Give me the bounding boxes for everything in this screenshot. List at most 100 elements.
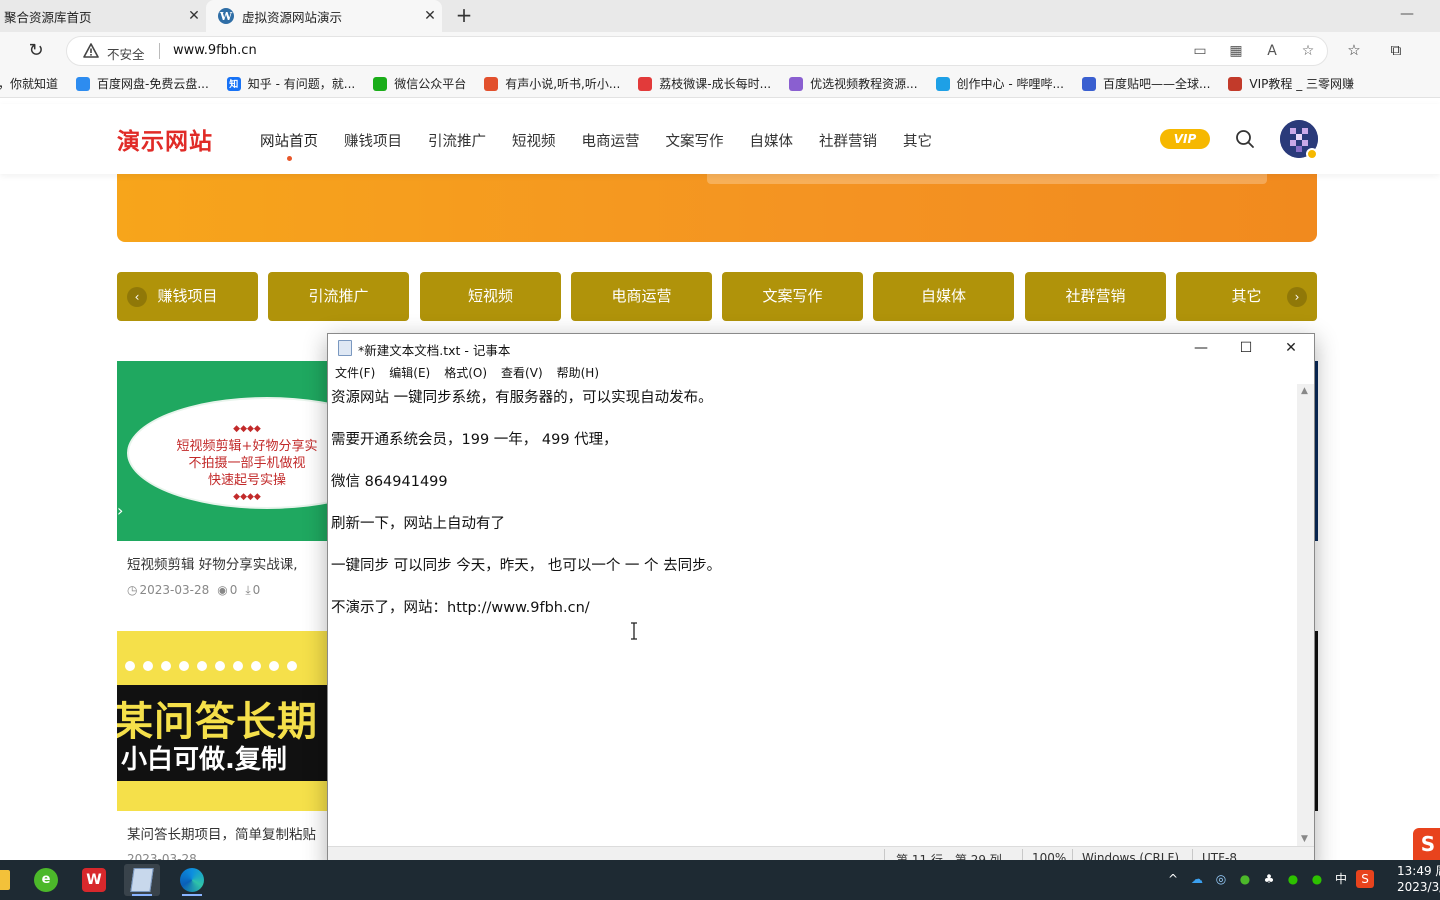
category-button[interactable]: 自媒体	[873, 272, 1014, 321]
close-icon[interactable]: ✕	[418, 8, 442, 24]
qq-icon[interactable]: ♣	[1260, 870, 1278, 888]
notepad-menu-item[interactable]: 编辑(E)	[389, 362, 430, 384]
post-thumbnail[interactable]: 某问答长期 小白可做.复制	[117, 631, 337, 811]
bookmark-favicon-icon: 知	[226, 76, 241, 91]
minimize-icon[interactable]: —	[1400, 6, 1414, 22]
category-button[interactable]: 引流推广	[268, 272, 409, 321]
post-card[interactable]: 某问答长期 小白可做.复制 某问答长期项目，简单复制粘贴 2023-03-28	[117, 631, 337, 860]
hero-banner[interactable]	[117, 172, 1317, 242]
chevron-left-icon[interactable]: ‹	[127, 287, 147, 307]
notepad-menu-item[interactable]: 查看(V)	[501, 362, 543, 384]
address-bar-row: ↻ 不安全 www.9fbh.cn ▭ ▦ A ☆ ☆ ⧉	[0, 32, 1440, 70]
read-aloud-icon[interactable]: A	[1261, 41, 1283, 61]
bookmark-item[interactable]: 微信公众平台	[373, 75, 466, 92]
vip-badge[interactable]: VIP	[1160, 129, 1210, 149]
scroll-up-icon[interactable]: ▲	[1301, 386, 1308, 396]
post-title[interactable]: 短视频剪辑 好物分享实战课,	[127, 553, 337, 573]
clock[interactable]: 13:49 周 2023/3/	[1397, 863, 1440, 895]
notepad-menu-item[interactable]: 格式(O)	[444, 362, 487, 384]
close-icon[interactable]: ✕	[182, 8, 206, 24]
notepad-icon	[338, 340, 352, 356]
post-card[interactable]: ◆◆◆◆ 短视频剪辑+好物分享实 不拍摄一部手机做视 快速起号实操 ◆◆◆◆ ›…	[117, 361, 337, 611]
clock-icon: ◷	[127, 583, 138, 597]
vip-status-dot	[1306, 148, 1318, 160]
nav-item[interactable]: 社群营销	[819, 130, 877, 151]
notepad-app-icon	[130, 868, 154, 892]
bookmark-item[interactable]: 优选视频教程资源...	[789, 75, 918, 92]
qr-code-icon[interactable]: ▦	[1225, 41, 1247, 61]
onedrive-icon[interactable]: ☁	[1188, 870, 1206, 888]
edge-icon	[180, 868, 204, 892]
notepad-menu-item[interactable]: 文件(F)	[335, 362, 375, 384]
favorite-star-icon[interactable]: ☆	[1297, 41, 1319, 61]
sogou-tray-icon[interactable]: S	[1356, 870, 1374, 888]
post-title[interactable]: 某问答长期项目，简单复制粘贴	[127, 823, 337, 843]
chevron-right-icon[interactable]: ›	[1287, 287, 1307, 307]
address-bar[interactable]: 不安全 www.9fbh.cn ▭ ▦ A ☆	[66, 36, 1328, 66]
site-logo[interactable]: 演示网站	[117, 122, 213, 156]
taskbar-app-browser-360[interactable]: e	[28, 864, 64, 896]
main-nav: 网站首页 赚钱项目 引流推广 短视频 电商运营 文案写作 自媒体 社群营销 其它	[260, 130, 958, 161]
thumbnail-subline: 小白可做.复制	[121, 739, 287, 776]
search-icon[interactable]	[1234, 128, 1256, 150]
wps-icon: W	[82, 868, 106, 892]
bookmark-item[interactable]: 百度网盘-免费云盘...	[76, 75, 209, 92]
wechat-icon[interactable]: ●	[1284, 870, 1302, 888]
browser-toolbar: ☆ ⧉	[1344, 40, 1406, 60]
notepad-text-area[interactable]: 资源网站 一键同步系统，有服务器的，可以实现自动发布。 需要开通系统会员，199 …	[328, 384, 1298, 846]
taskbar-app-wps[interactable]: W	[76, 864, 112, 896]
nav-item[interactable]: 网站首页	[260, 130, 318, 161]
post-thumbnail[interactable]: ◆◆◆◆ 短视频剪辑+好物分享实 不拍摄一部手机做视 快速起号实操 ◆◆◆◆ ›	[117, 361, 337, 541]
refresh-icon[interactable]: ↻	[24, 39, 48, 63]
nav-item[interactable]: 短视频	[512, 130, 556, 151]
nav-item[interactable]: 文案写作	[666, 130, 724, 151]
bookmark-item[interactable]: 荔枝微课-成长每时...	[638, 75, 771, 92]
nav-item[interactable]: 其它	[903, 130, 932, 151]
wechat-work-icon[interactable]: ●	[1308, 870, 1326, 888]
nav-item[interactable]: 引流推广	[428, 130, 486, 151]
new-tab-button[interactable]: +	[452, 4, 476, 28]
category-button[interactable]: 社群营销	[1025, 272, 1166, 321]
chevron-up-icon[interactable]: ^	[1164, 870, 1182, 888]
sogou-icon[interactable]: S	[1413, 828, 1440, 860]
notepad-text-line: 不演示了，网站：http://www.9fbh.cn/	[331, 600, 590, 616]
collections-icon[interactable]: ⧉	[1386, 40, 1406, 60]
url-text[interactable]: www.9fbh.cn	[173, 43, 257, 58]
bookmark-item[interactable]: ，你就知道	[0, 75, 58, 92]
security-label[interactable]: 不安全	[107, 44, 145, 63]
favorites-icon[interactable]: ☆	[1344, 40, 1364, 60]
vertical-scrollbar[interactable]: ▲ ▼	[1297, 384, 1314, 846]
bookmark-item[interactable]: 百度贴吧——全球...	[1081, 75, 1210, 92]
notepad-text-line: 微信 864941499	[331, 474, 448, 490]
app-available-icon[interactable]: ▭	[1189, 41, 1211, 61]
browser-360-tray-icon[interactable]: ●	[1236, 870, 1254, 888]
bookmark-label: ，你就知道	[0, 77, 59, 91]
browser-tab-active[interactable]: W 虚拟资源网站演示 ✕	[206, 0, 442, 32]
browser-tab[interactable]: 聚合资源库首页 ✕	[0, 0, 206, 32]
maximize-button[interactable]: ☐	[1223, 334, 1269, 362]
nav-item[interactable]: 电商运营	[582, 130, 640, 151]
notepad-titlebar[interactable]: *新建文本文档.txt - 记事本 — ☐ ✕	[328, 334, 1314, 362]
notepad-menu-item[interactable]: 帮助(H)	[557, 362, 599, 384]
taskbar-app-explorer[interactable]	[0, 864, 16, 896]
minimize-button[interactable]: —	[1178, 334, 1224, 362]
text-cursor-icon	[631, 622, 637, 640]
notepad-text-line: 需要开通系统会员，199 一年， 499 代理，	[331, 432, 618, 448]
taskbar-app-notepad[interactable]	[124, 864, 160, 896]
ime-indicator[interactable]: 中	[1332, 870, 1350, 888]
bookmark-item[interactable]: VIP教程 _ 三零网赚	[1228, 75, 1354, 92]
bookmark-item[interactable]: 创作中心 - 哔哩哔...	[935, 75, 1064, 92]
taskbar-app-edge[interactable]	[174, 864, 210, 896]
nav-item[interactable]: 自媒体	[750, 130, 794, 151]
category-button[interactable]: 文案写作	[722, 272, 863, 321]
bookmark-item[interactable]: 知知乎 - 有问题，就...	[226, 75, 355, 92]
bookmark-item[interactable]: 有声小说,听书,听小...	[484, 75, 620, 92]
nav-item[interactable]: 赚钱项目	[344, 130, 402, 151]
bookmark-favicon-icon	[935, 76, 950, 91]
close-button[interactable]: ✕	[1268, 334, 1314, 362]
scroll-down-icon[interactable]: ▼	[1301, 834, 1308, 844]
category-button[interactable]: 短视频	[420, 272, 561, 321]
baidu-netdisk-icon[interactable]: ◎	[1212, 870, 1230, 888]
browser-tab-strip: 聚合资源库首页 ✕ W 虚拟资源网站演示 ✕ + —	[0, 0, 1440, 32]
category-button[interactable]: 电商运营	[571, 272, 712, 321]
